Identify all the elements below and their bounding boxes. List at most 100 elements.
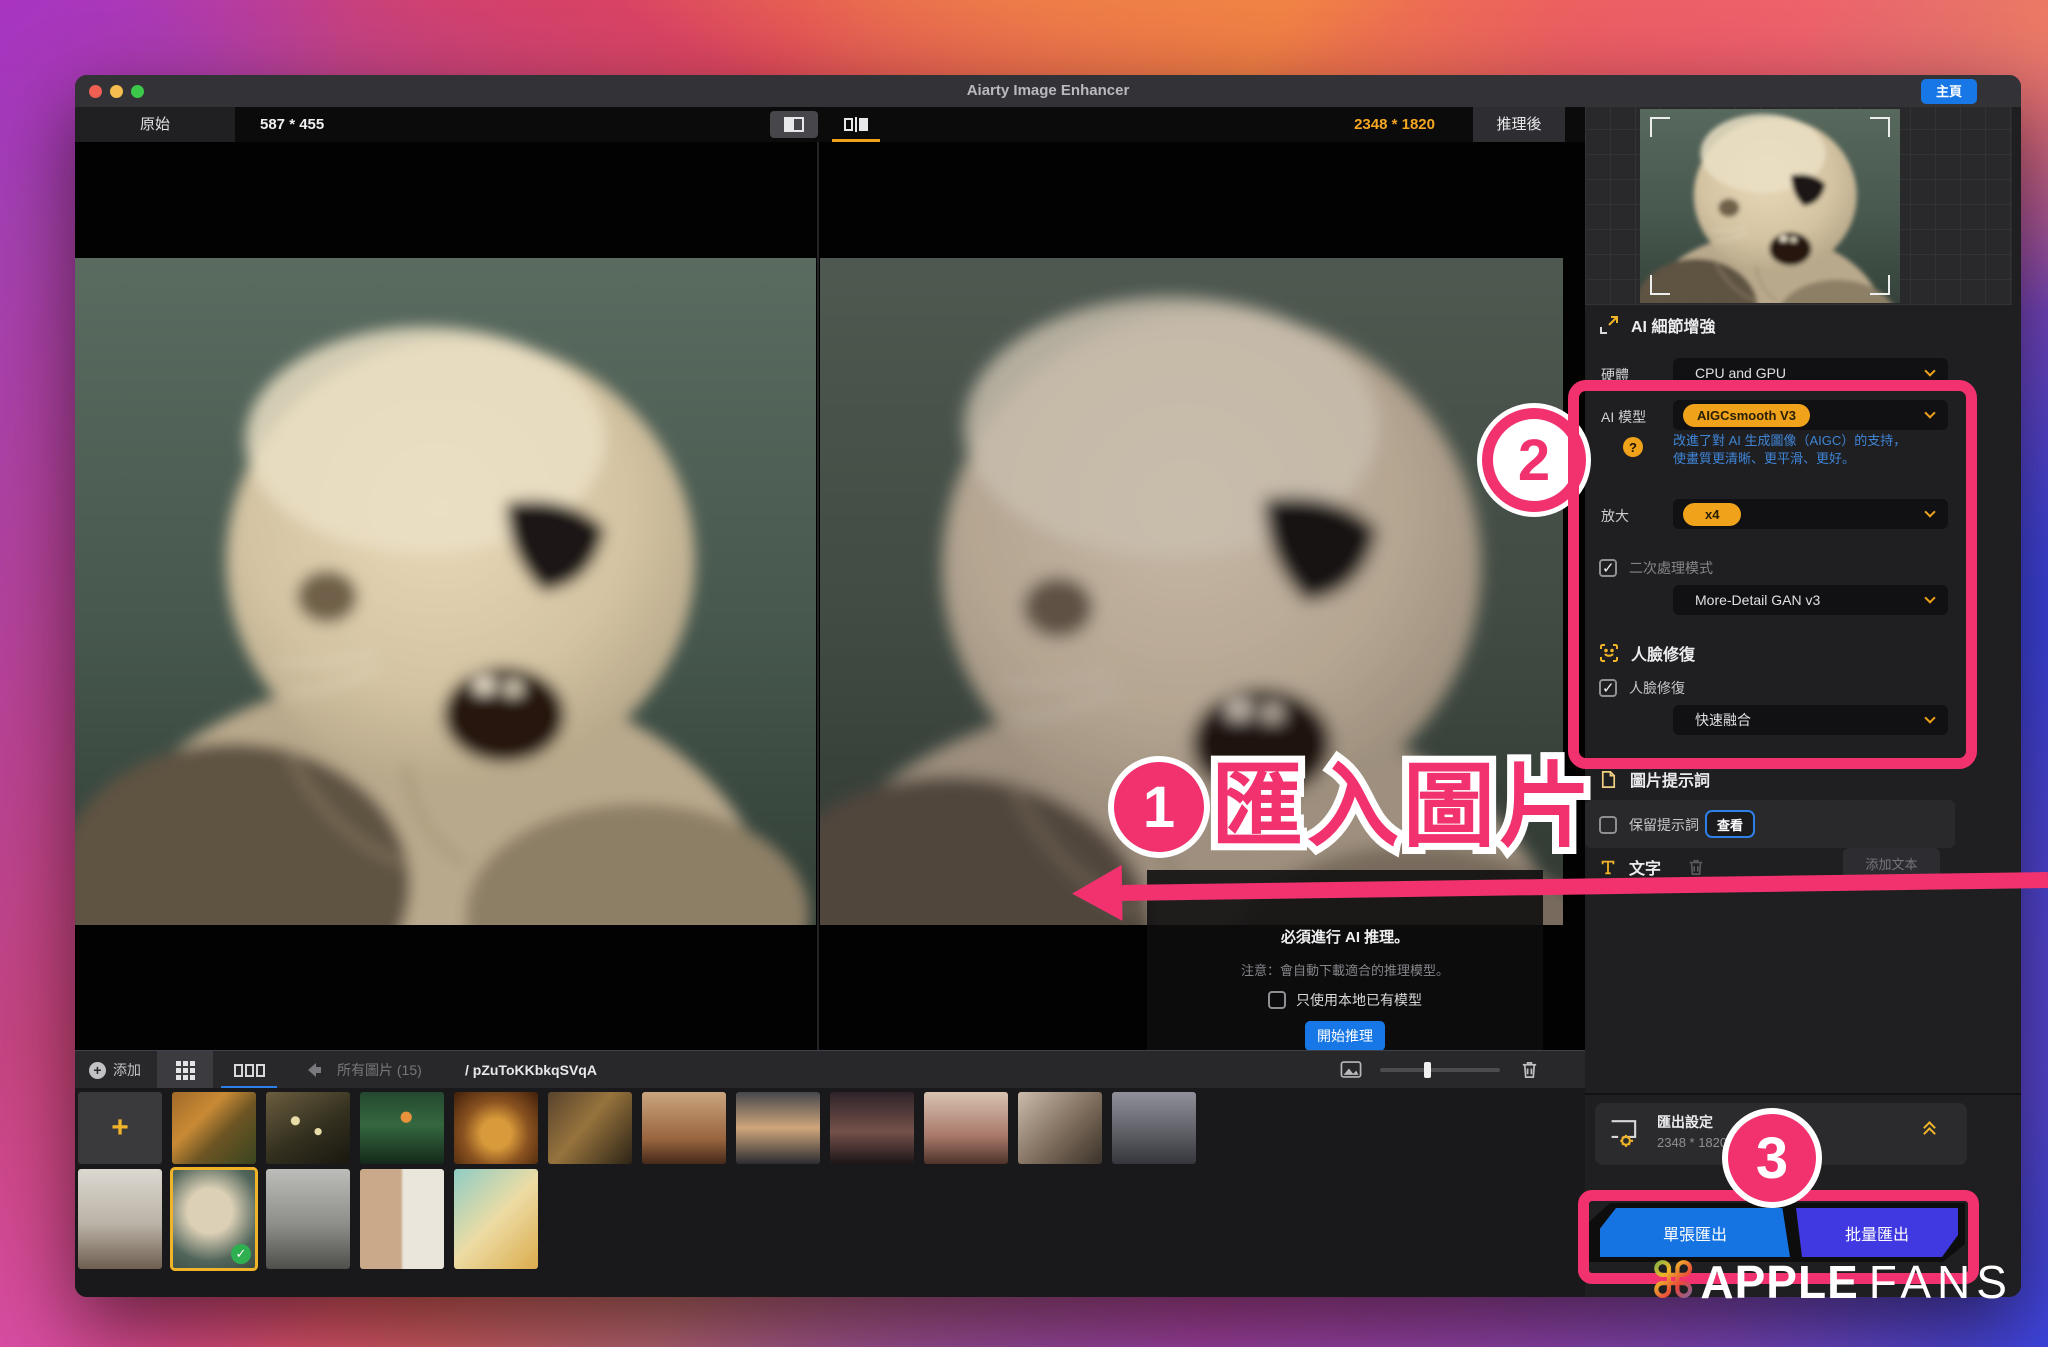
keep-prompt-label: 保留提示詞 bbox=[1629, 815, 1699, 835]
secondary-mode-checkbox[interactable] bbox=[1599, 559, 1617, 577]
thumbnail-size-icon bbox=[1340, 1061, 1362, 1078]
thumbnail-woman-dark[interactable] bbox=[830, 1092, 914, 1164]
app-window: Aiarty Image Enhancer 主頁 原始 587 * 455 23… bbox=[75, 75, 2021, 1297]
add-image-icon: + bbox=[78, 1092, 162, 1164]
thumbnail-boy-microphone[interactable] bbox=[736, 1092, 820, 1164]
add-images-button[interactable]: + 添加 bbox=[89, 1051, 141, 1089]
plus-circle-icon: + bbox=[89, 1062, 106, 1079]
trash-icon[interactable] bbox=[1687, 858, 1705, 876]
export-batch-button[interactable]: 批量匯出 bbox=[1796, 1208, 1958, 1257]
back-arrow-icon[interactable] bbox=[307, 1062, 323, 1078]
thumbnail-group-photo[interactable] bbox=[1018, 1092, 1102, 1164]
model-help-text: 改進了對 AI 生成圖像（AIGC）的支持， 使畫質更清晰、更平滑、更好。 bbox=[1673, 432, 1906, 468]
thumbnail-grid: + ✓ bbox=[75, 1088, 1585, 1297]
add-label: 添加 bbox=[113, 1060, 141, 1080]
secondary-mode-row: 二次處理模式 bbox=[1599, 558, 1713, 578]
filmstrip-toolbar: + 添加 所有圖片 (15) / pZuToKKbkqSVqA bbox=[75, 1050, 1585, 1088]
model-dropdown[interactable]: AIGCsmooth V3 bbox=[1673, 400, 1948, 430]
face-restore-row: 人臉修復 bbox=[1599, 678, 1685, 698]
strip-view-icon bbox=[234, 1064, 243, 1077]
export-settings-panel[interactable]: 匯出設定 2348 * 1820JPG bbox=[1595, 1103, 1967, 1165]
navigator-thumbnail[interactable] bbox=[1640, 109, 1900, 303]
scale-badge: x4 bbox=[1683, 503, 1741, 526]
strip-view-button[interactable] bbox=[221, 1051, 277, 1089]
slider-handle[interactable] bbox=[1424, 1062, 1431, 1078]
face-restore-icon bbox=[1599, 643, 1619, 663]
secondary-mode-dropdown[interactable]: More-Detail GAN v3 bbox=[1673, 585, 1948, 615]
hardware-label: 硬體 bbox=[1601, 365, 1629, 385]
local-models-checkbox[interactable] bbox=[1268, 991, 1286, 1009]
thumbnail-butterfly[interactable] bbox=[266, 1092, 350, 1164]
pane-divider[interactable] bbox=[817, 142, 819, 1050]
keep-prompt-checkbox[interactable] bbox=[1599, 816, 1617, 834]
side-by-side-toggle[interactable] bbox=[832, 111, 880, 138]
keep-prompt-row: 保留提示詞 查看 bbox=[1585, 800, 1955, 848]
compare-area: 必須進行 AI 推理。 注意：會自動下載適合的推理模型。 只使用本地已有模型 開… bbox=[75, 142, 1585, 1050]
home-button[interactable]: 主頁 bbox=[1921, 79, 1977, 104]
face-mode-dropdown[interactable]: 快速融合 bbox=[1673, 705, 1948, 735]
window-title: Aiarty Image Enhancer bbox=[75, 75, 2021, 107]
face-restore-checkbox[interactable] bbox=[1599, 679, 1617, 697]
scale-dropdown[interactable]: x4 bbox=[1673, 499, 1948, 529]
side-by-side-icon bbox=[844, 118, 853, 131]
export-settings-title: 匯出設定 bbox=[1657, 1112, 1713, 1132]
desktop-wallpaper: Aiarty Image Enhancer 主頁 原始 587 * 455 23… bbox=[0, 0, 2048, 1347]
enhance-section-header: AI 細節增強 bbox=[1599, 313, 1715, 337]
model-label: AI 模型 bbox=[1601, 407, 1646, 427]
export-settings-icon bbox=[1609, 1118, 1643, 1148]
chevron-down-icon bbox=[1924, 592, 1935, 603]
navigator-panel bbox=[1585, 107, 2012, 305]
result-photo[interactable] bbox=[820, 258, 1563, 925]
chevron-down-icon bbox=[1924, 712, 1935, 723]
grid-icon bbox=[176, 1061, 195, 1080]
inference-required-text: 必須進行 AI 推理。 bbox=[1281, 926, 1409, 947]
text-tool-icon bbox=[1599, 858, 1617, 876]
command-icon: ⌘ bbox=[1650, 1252, 1696, 1310]
titlebar: Aiarty Image Enhancer 主頁 bbox=[75, 75, 2021, 107]
add-text-button[interactable]: 添加文本 bbox=[1843, 848, 1940, 878]
hardware-dropdown[interactable]: CPU and GPU bbox=[1673, 358, 1948, 388]
tab-result[interactable]: 推理後 bbox=[1473, 107, 1565, 142]
selected-check-icon: ✓ bbox=[231, 1244, 251, 1264]
thumbnail-koala[interactable] bbox=[266, 1169, 350, 1269]
thumbnail-cat-meme[interactable] bbox=[360, 1169, 444, 1269]
thumbnail-pizza-girl[interactable] bbox=[454, 1169, 538, 1269]
prompt-section-header: 圖片提示詞 bbox=[1599, 767, 1710, 791]
help-icon[interactable]: ? bbox=[1623, 437, 1643, 457]
view-prompt-button[interactable]: 查看 bbox=[1705, 810, 1755, 838]
thumbnail-size-slider[interactable] bbox=[1380, 1068, 1500, 1072]
thumbnail-woman-portrait[interactable] bbox=[924, 1092, 1008, 1164]
thumbnail-chihuahua[interactable] bbox=[78, 1169, 162, 1269]
all-images-link[interactable]: 所有圖片 (15) bbox=[337, 1051, 422, 1089]
split-view-toggle[interactable] bbox=[770, 111, 818, 138]
thumbnail-tiger[interactable] bbox=[172, 1092, 256, 1164]
thumbnail-row-2: ✓ bbox=[78, 1169, 538, 1269]
thumbnail-girl-portrait[interactable] bbox=[642, 1092, 726, 1164]
chevron-down-icon bbox=[1924, 506, 1935, 517]
result-size: 2348 * 1820 bbox=[1354, 107, 1435, 142]
thumbnail-dog-knight[interactable] bbox=[548, 1092, 632, 1164]
collapse-chevrons-icon[interactable] bbox=[1925, 1123, 1934, 1138]
thumbnail-burger[interactable] bbox=[454, 1092, 538, 1164]
local-models-label: 只使用本地已有模型 bbox=[1296, 990, 1422, 1010]
tab-original[interactable]: 原始 bbox=[75, 107, 235, 142]
start-inference-button[interactable]: 開始推理 bbox=[1305, 1021, 1385, 1051]
scale-label: 放大 bbox=[1601, 506, 1629, 526]
thumbnail-add[interactable]: + bbox=[78, 1092, 162, 1164]
export-size: 2348 * 1820JPG bbox=[1657, 1135, 1759, 1150]
thumbnail-forest-vase[interactable] bbox=[360, 1092, 444, 1164]
chevron-down-icon bbox=[1924, 365, 1935, 376]
export-single-button[interactable]: 單張匯出 bbox=[1600, 1208, 1790, 1257]
grid-view-button[interactable] bbox=[157, 1051, 213, 1089]
chevron-down-icon bbox=[1924, 407, 1935, 418]
sidebar-divider bbox=[1585, 1093, 2021, 1095]
thumbnail-otter-selected[interactable]: ✓ bbox=[172, 1169, 256, 1269]
delete-icon[interactable] bbox=[1520, 1060, 1539, 1079]
thumbnail-street-scene[interactable] bbox=[1112, 1092, 1196, 1164]
original-photo[interactable] bbox=[75, 258, 816, 925]
inference-dialog: 必須進行 AI 推理。 注意：會自動下載適合的推理模型。 只使用本地已有模型 開… bbox=[1147, 870, 1543, 1062]
model-badge: AIGCsmooth V3 bbox=[1683, 404, 1810, 427]
preview-toolbar: 原始 587 * 455 2348 * 1820 推理後 bbox=[75, 107, 1585, 142]
current-file-name: / pZuToKKbkqSVqA bbox=[465, 1051, 597, 1089]
secondary-mode-label: 二次處理模式 bbox=[1629, 558, 1713, 578]
